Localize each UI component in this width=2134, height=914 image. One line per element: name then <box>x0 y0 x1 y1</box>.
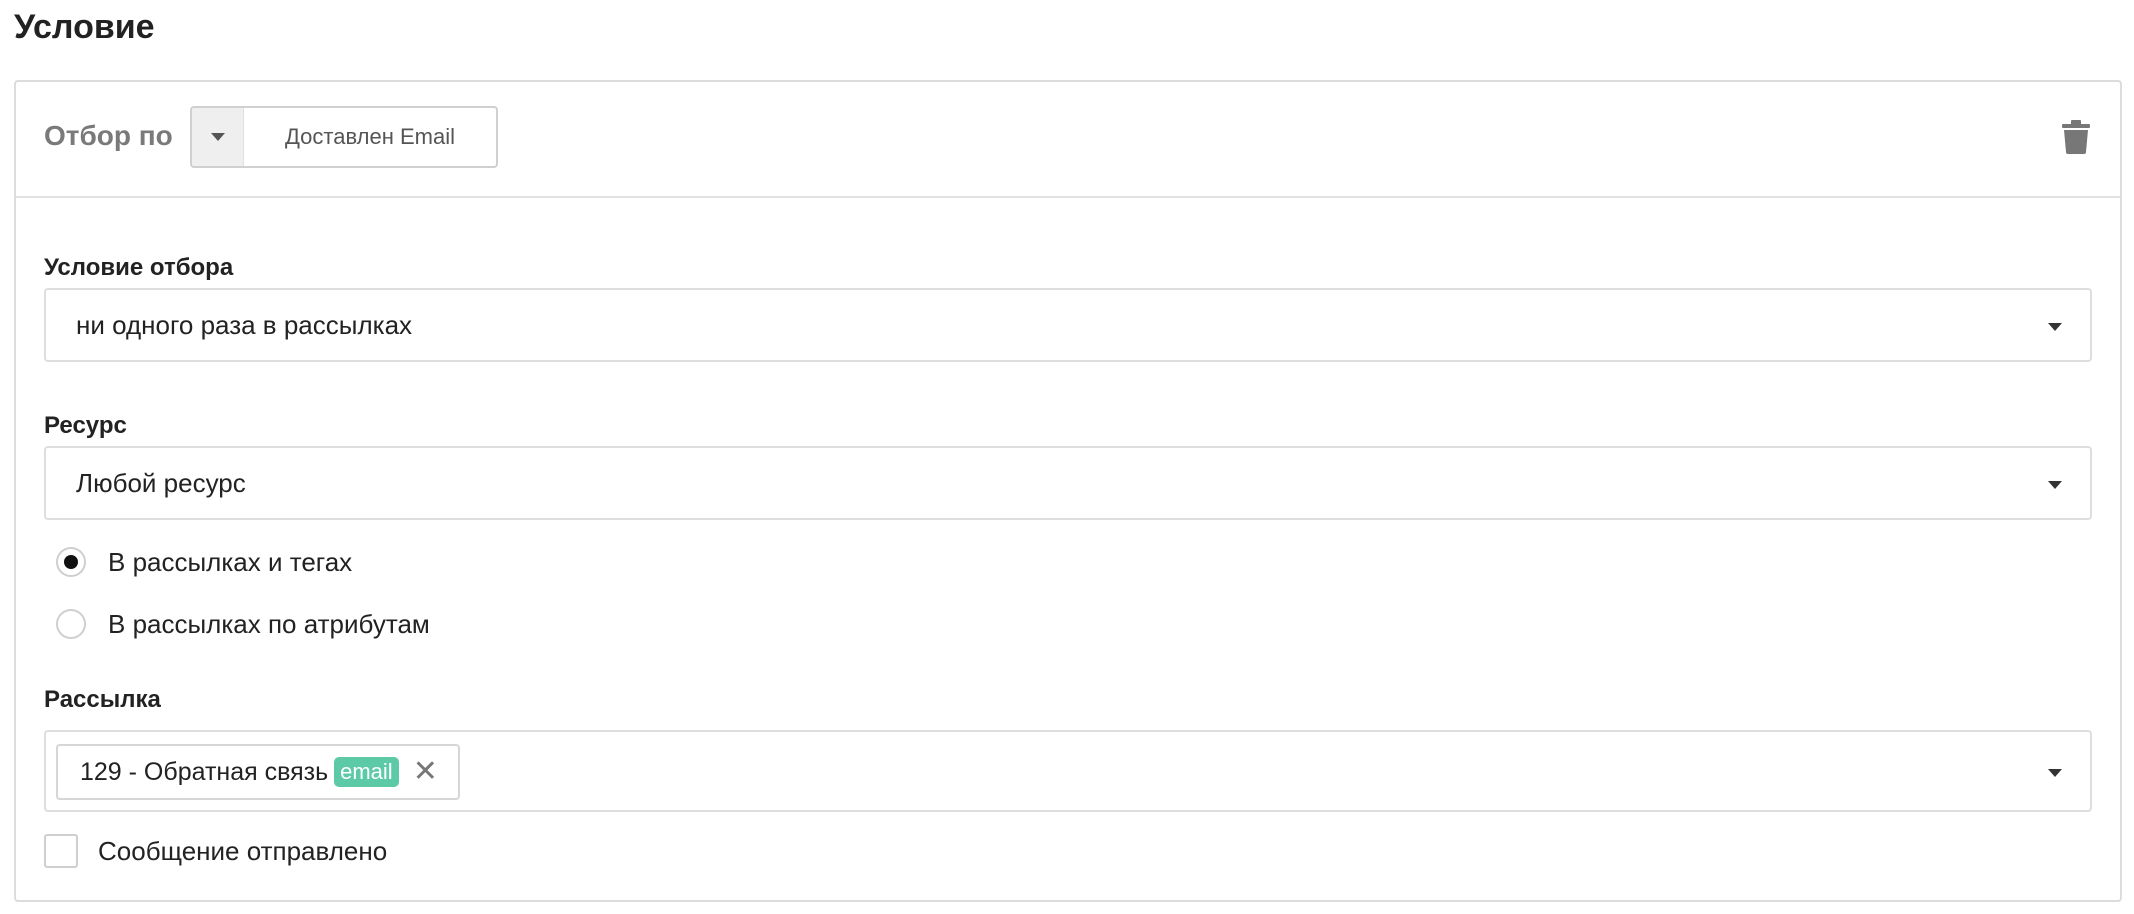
radio-label: В рассылках по атрибутам <box>108 608 430 639</box>
chip-text: 129 - Обратная связь <box>80 757 329 786</box>
chevron-down-icon <box>210 133 225 141</box>
filter-type-toggle[interactable] <box>192 108 244 166</box>
close-icon[interactable]: ✕ <box>413 757 438 787</box>
resource-select[interactable]: Любой ресурс <box>44 446 2092 520</box>
condition-label: Условие отбора <box>44 254 234 281</box>
message-sent-label: Сообщение отправлено <box>98 835 388 866</box>
filter-type-value: Доставлен Email <box>285 124 455 149</box>
mailing-label: Рассылка <box>44 686 161 713</box>
chevron-down-icon <box>2048 323 2062 331</box>
radio-mailings-tags[interactable]: В рассылках и тегах <box>56 544 352 580</box>
filter-type-select[interactable]: Доставлен Email <box>190 106 498 168</box>
resource-value: Любой ресурс <box>76 467 246 498</box>
chevron-down-icon <box>2048 481 2062 489</box>
channel-badge: email <box>334 757 399 787</box>
chevron-down-icon <box>2048 769 2062 777</box>
page: Условие Отбор по Доставлен Email Условие… <box>0 0 2134 914</box>
section-title: Условие <box>14 8 155 46</box>
message-sent-checkbox[interactable] <box>44 834 78 868</box>
trash-icon[interactable] <box>2062 120 2090 154</box>
mailing-chip: 129 - Обратная связь email ✕ <box>56 744 460 800</box>
radio-button[interactable] <box>56 609 86 639</box>
radio-mailings-attributes[interactable]: В рассылках по атрибутам <box>56 606 430 642</box>
filter-label: Отбор по <box>44 120 173 151</box>
radio-label: В рассылках и тегах <box>108 546 353 577</box>
mailing-multiselect[interactable]: 129 - Обратная связь email ✕ <box>44 730 2092 812</box>
condition-value: ни одного раза в рассылках <box>76 309 413 340</box>
condition-select[interactable]: ни одного раза в рассылках <box>44 288 2092 362</box>
resource-label: Ресурс <box>44 412 127 439</box>
radio-button-checked[interactable] <box>56 547 86 577</box>
card-header: Отбор по Доставлен Email <box>16 82 2120 198</box>
message-sent-checkbox-row[interactable]: Сообщение отправлено <box>44 834 387 868</box>
condition-card: Отбор по Доставлен Email Условие отбора … <box>14 80 2122 902</box>
